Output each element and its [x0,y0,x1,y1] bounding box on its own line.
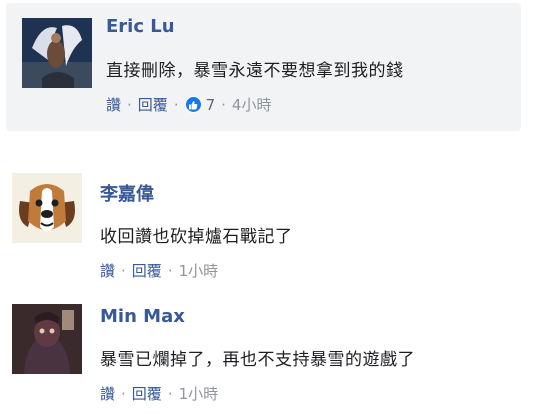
commenter-name[interactable]: Min Max [100,306,185,327]
separator-dot: · [127,95,132,114]
like-link[interactable]: 讚 [100,383,115,404]
reply-link[interactable]: 回覆 [132,383,162,404]
avatar[interactable] [12,173,82,243]
commenter-name[interactable]: Eric Lu [106,16,175,37]
like-link[interactable]: 讚 [100,260,115,281]
comment-text: 暴雪已爛掉了，再也不支持暴雪的遊戲了 [100,350,415,370]
comment-text: 直接刪除，暴雪永遠不要想拿到我的錢 [106,61,404,81]
commenter-name[interactable]: 李嘉偉 [100,180,154,206]
timestamp[interactable]: 1小時 [179,383,219,404]
thumbs-up-icon[interactable] [184,96,202,113]
avatar[interactable] [12,304,82,374]
avatar[interactable] [22,18,92,88]
separator-dot: · [221,95,226,114]
reaction-count[interactable]: 7 [206,96,216,114]
reply-link[interactable]: 回覆 [132,260,162,281]
comment-actions: 讚 · 回覆 · 1小時 [100,383,218,404]
reply-link[interactable]: 回覆 [138,94,168,115]
comment-actions: 讚 · 回覆 · 7 · 4小時 [106,94,271,115]
timestamp[interactable]: 4小時 [232,94,272,115]
comment-text: 收回讚也砍掉爐石戰記了 [100,227,293,247]
timestamp[interactable]: 1小時 [179,260,219,281]
separator-dot: · [173,95,179,114]
separator-dot: · [121,261,126,280]
separator-dot: · [167,261,173,280]
like-link[interactable]: 讚 [106,94,121,115]
separator-dot: · [121,384,126,403]
comment-actions: 讚 · 回覆 · 1小時 [100,260,218,281]
separator-dot: · [167,384,173,403]
